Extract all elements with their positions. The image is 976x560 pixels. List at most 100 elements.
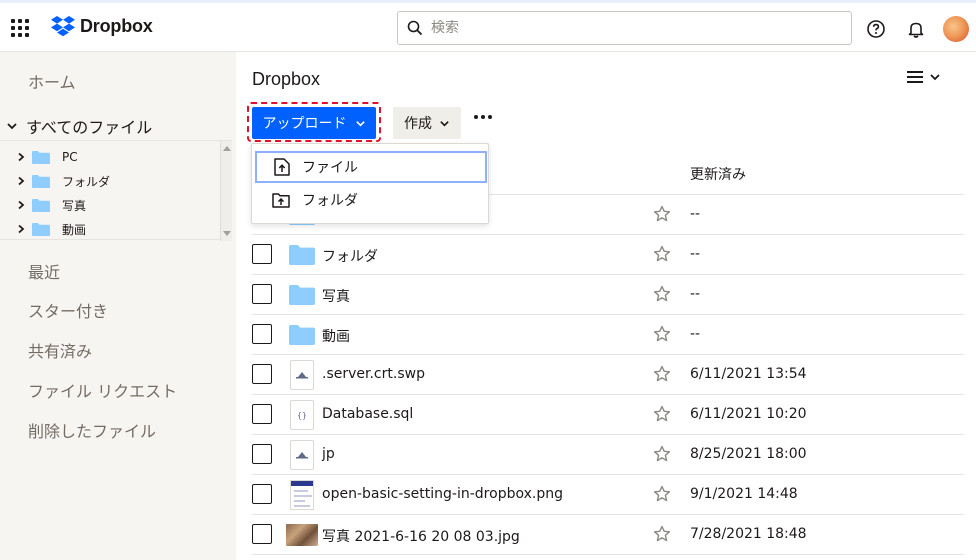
table-row[interactable]: 写真 --: [252, 275, 964, 315]
folder-icon: [32, 198, 50, 212]
folder-icon: [286, 279, 318, 311]
file-name[interactable]: 写真 2021-6-16 20 08 03.jpg: [322, 526, 520, 546]
file-name[interactable]: Database.sql: [322, 406, 413, 422]
page-title: Dropbox: [252, 69, 321, 89]
chevron-down-icon: [7, 123, 17, 130]
more-options-icon[interactable]: [474, 115, 492, 119]
table-row[interactable]: jp 8/25/2021 18:00: [252, 435, 964, 475]
file-icon: [286, 359, 318, 391]
row-checkbox[interactable]: [252, 364, 272, 384]
folder-upload-icon: [272, 193, 290, 208]
row-checkbox[interactable]: [252, 404, 272, 424]
upload-button[interactable]: アップロード: [252, 107, 376, 139]
chevron-down-icon: [355, 120, 365, 127]
tree-item-label: PC: [62, 150, 78, 164]
view-options-button[interactable]: [907, 70, 941, 84]
table-row[interactable]: .server.crt.swp 6/11/2021 13:54: [252, 355, 964, 395]
sidebar-item-shared[interactable]: 共有済み: [28, 338, 92, 362]
create-button[interactable]: 作成: [393, 107, 461, 139]
avatar[interactable]: [943, 16, 969, 42]
table-row[interactable]: フォルダ --: [252, 235, 964, 275]
logo-text: Dropbox: [80, 16, 153, 36]
top-bar: Dropbox: [0, 0, 976, 52]
table-row[interactable]: 動画 --: [252, 315, 964, 355]
folder-icon: [32, 150, 50, 164]
modified-date: --: [690, 206, 701, 222]
tree-item-label: 動画: [62, 222, 87, 237]
star-icon[interactable]: [653, 325, 671, 347]
row-checkbox[interactable]: [252, 324, 272, 344]
file-name[interactable]: open-basic-setting-in-dropbox.png: [322, 486, 563, 502]
tree-item-label: フォルダ: [62, 174, 111, 189]
star-icon[interactable]: [653, 205, 671, 227]
chevron-right-icon: [18, 152, 25, 162]
scroll-down-icon[interactable]: [223, 231, 231, 236]
folder-icon: [32, 174, 50, 188]
help-icon[interactable]: [865, 18, 887, 40]
folder-icon: [286, 239, 318, 271]
code-file-icon: {}: [286, 399, 318, 431]
upload-file-menu-item[interactable]: ファイル: [255, 151, 487, 183]
sidebar-item-home[interactable]: ホーム: [28, 69, 76, 93]
menu-item-label: ファイル: [302, 160, 358, 176]
table-row[interactable]: {} Database.sql 6/11/2021 10:20: [252, 395, 964, 435]
sidebar: ホーム すべてのファイル PC フォルダ 写真 動画 最近 スター付き 共有済み…: [0, 52, 236, 560]
star-icon[interactable]: [653, 365, 671, 387]
dropbox-logo-icon: [51, 16, 75, 37]
star-icon[interactable]: [653, 405, 671, 427]
tree-scrollbar[interactable]: [220, 141, 232, 241]
table-row[interactable]: open-basic-setting-in-dropbox.png 9/1/20…: [252, 475, 964, 515]
create-button-label: 作成: [404, 116, 432, 132]
sidebar-item-starred[interactable]: スター付き: [28, 298, 108, 322]
list-view-icon: [907, 71, 923, 83]
row-checkbox[interactable]: [252, 244, 272, 264]
star-icon[interactable]: [653, 445, 671, 467]
file-name[interactable]: 動画: [322, 326, 350, 346]
row-checkbox[interactable]: [252, 484, 272, 504]
sidebar-item-all-files[interactable]: すべてのファイル: [6, 114, 152, 138]
modified-date: --: [690, 286, 701, 302]
sidebar-item-file-requests[interactable]: ファイル リクエスト: [28, 378, 177, 402]
star-icon[interactable]: [653, 485, 671, 507]
file-name[interactable]: jp: [322, 446, 335, 462]
column-header-modified[interactable]: 更新済み: [690, 164, 746, 184]
tree-item-photos[interactable]: 写真: [16, 194, 86, 216]
folder-icon: [32, 222, 50, 236]
chevron-right-icon: [18, 200, 25, 210]
tree-item-pc[interactable]: PC: [16, 146, 78, 168]
bell-icon[interactable]: [905, 18, 927, 40]
tree-item-label: 写真: [62, 198, 87, 213]
star-icon[interactable]: [653, 525, 671, 547]
search-box[interactable]: [397, 11, 852, 45]
photo-thumbnail: [286, 519, 318, 551]
file-name[interactable]: フォルダ: [322, 246, 378, 266]
star-icon[interactable]: [653, 245, 671, 267]
row-checkbox[interactable]: [252, 284, 272, 304]
upload-button-label: アップロード: [262, 116, 347, 132]
star-icon[interactable]: [653, 285, 671, 307]
file-name[interactable]: .server.crt.swp: [322, 366, 425, 382]
tree-item-folder[interactable]: フォルダ: [16, 170, 110, 192]
row-checkbox[interactable]: [252, 524, 272, 544]
table-row[interactable]: 写真 2021-6-16 20 08 03.jpg 7/28/2021 18:4…: [252, 515, 964, 555]
search-input[interactable]: [431, 20, 831, 36]
modified-date: 8/25/2021 18:00: [690, 446, 807, 462]
chevron-down-icon: [440, 120, 449, 127]
scroll-up-icon[interactable]: [223, 146, 231, 151]
sidebar-item-deleted-files[interactable]: 削除したファイル: [28, 418, 156, 442]
row-checkbox[interactable]: [252, 444, 272, 464]
chevron-right-icon: [18, 224, 25, 234]
search-icon: [407, 20, 423, 36]
tree-item-videos[interactable]: 動画: [16, 218, 86, 240]
modified-date: 9/1/2021 14:48: [690, 486, 798, 502]
menu-item-label: フォルダ: [302, 193, 358, 209]
folder-tree: PC フォルダ 写真 動画: [0, 140, 232, 241]
dropbox-logo[interactable]: Dropbox: [51, 16, 153, 37]
sidebar-item-recent[interactable]: 最近: [28, 259, 60, 283]
file-name[interactable]: 写真: [322, 286, 350, 306]
chevron-down-icon: [930, 74, 940, 81]
modified-date: 6/11/2021 10:20: [690, 406, 807, 422]
upload-folder-menu-item[interactable]: フォルダ: [255, 184, 487, 216]
app-grid-icon[interactable]: [11, 19, 29, 37]
folder-icon: [286, 319, 318, 351]
